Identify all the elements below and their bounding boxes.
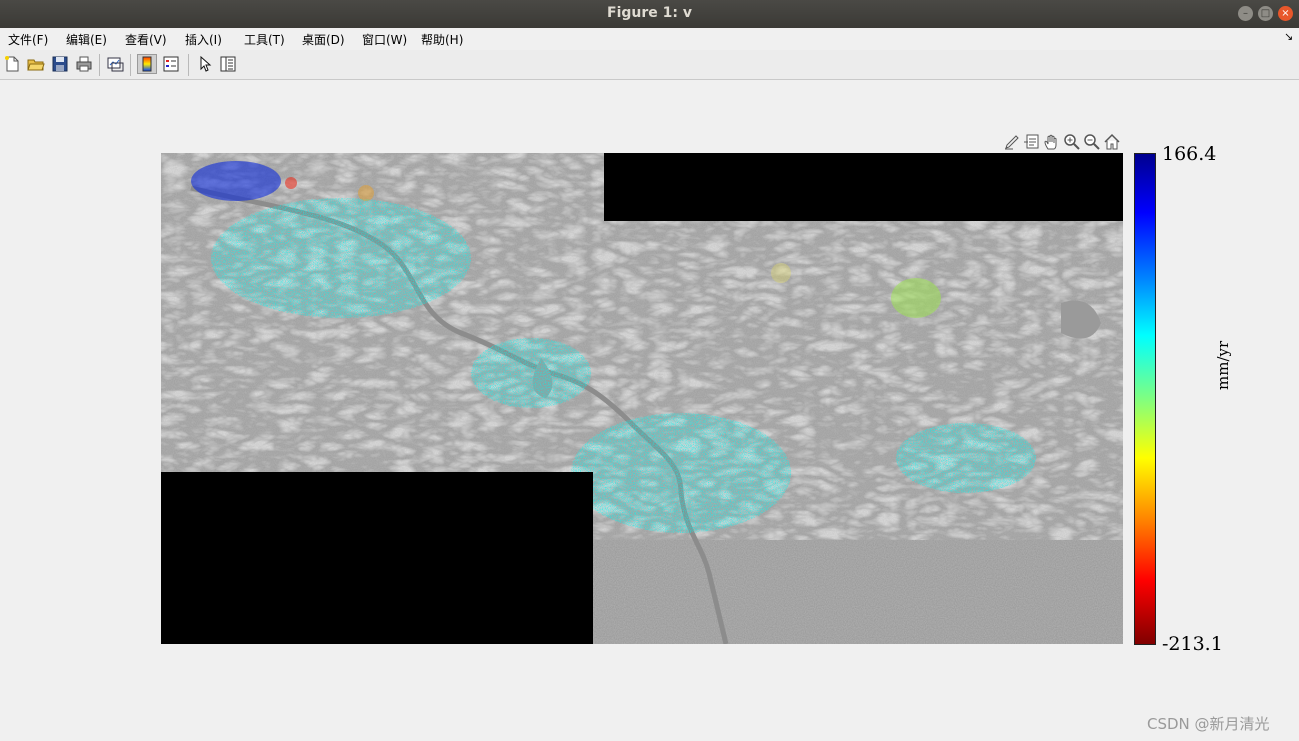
insert-legend-icon[interactable]	[162, 55, 180, 73]
edit-plot-arrow-icon[interactable]	[196, 55, 214, 73]
insert-colorbar-icon[interactable]	[137, 54, 157, 74]
colorbar-unit-label: mm/yr	[1214, 340, 1232, 390]
menu-edit[interactable]: 编辑(E)	[66, 31, 107, 48]
pan-hand-icon[interactable]	[1043, 133, 1061, 151]
toolbar-separator	[99, 54, 100, 76]
menu-tools[interactable]: 工具(T)	[244, 31, 285, 48]
data-tips-icon[interactable]	[1023, 133, 1041, 151]
insar-map-raster	[161, 153, 1123, 644]
minimize-button[interactable]: –	[1238, 6, 1253, 21]
colorbar-max-label: 166.4	[1162, 143, 1217, 165]
watermark: CSDN @新月清光	[1147, 715, 1270, 733]
no-data-region	[161, 472, 593, 644]
no-data-region	[604, 153, 1123, 221]
menu-bar: 文件(F) 编辑(E) 查看(V) 插入(I) 工具(T) 桌面(D) 窗口(W…	[0, 28, 1299, 51]
zoom-in-icon[interactable]	[1063, 133, 1081, 151]
open-file-icon[interactable]	[27, 55, 45, 73]
menu-insert[interactable]: 插入(I)	[185, 31, 222, 48]
print-icon[interactable]	[75, 55, 93, 73]
velocity-map-image	[161, 153, 1123, 644]
colorbar-min-label: -213.1	[1162, 633, 1223, 655]
window-title: Figure 1: v	[607, 5, 692, 21]
toolbar-separator	[188, 54, 189, 76]
menu-file[interactable]: 文件(F)	[8, 31, 48, 48]
save-icon[interactable]	[51, 55, 69, 73]
new-figure-icon[interactable]	[3, 55, 21, 73]
menu-desktop[interactable]: 桌面(D)	[302, 31, 345, 48]
brush-icon[interactable]	[1003, 133, 1021, 151]
window-titlebar: Figure 1: v – □ ×	[0, 0, 1299, 28]
link-plot-icon[interactable]	[106, 55, 124, 73]
menu-help[interactable]: 帮助(H)	[421, 31, 463, 48]
property-inspector-icon[interactable]	[219, 55, 237, 73]
figure-toolbar	[0, 50, 1299, 80]
zoom-out-icon[interactable]	[1083, 133, 1101, 151]
menu-overflow-icon[interactable]: ↘	[1284, 30, 1293, 43]
maximize-button[interactable]: □	[1258, 6, 1273, 21]
menu-window[interactable]: 窗口(W)	[362, 31, 407, 48]
close-button[interactable]: ×	[1278, 6, 1293, 21]
colorbar[interactable]	[1134, 153, 1156, 645]
menu-view[interactable]: 查看(V)	[125, 31, 167, 48]
home-restore-icon[interactable]	[1103, 133, 1121, 151]
toolbar-separator	[130, 54, 131, 76]
